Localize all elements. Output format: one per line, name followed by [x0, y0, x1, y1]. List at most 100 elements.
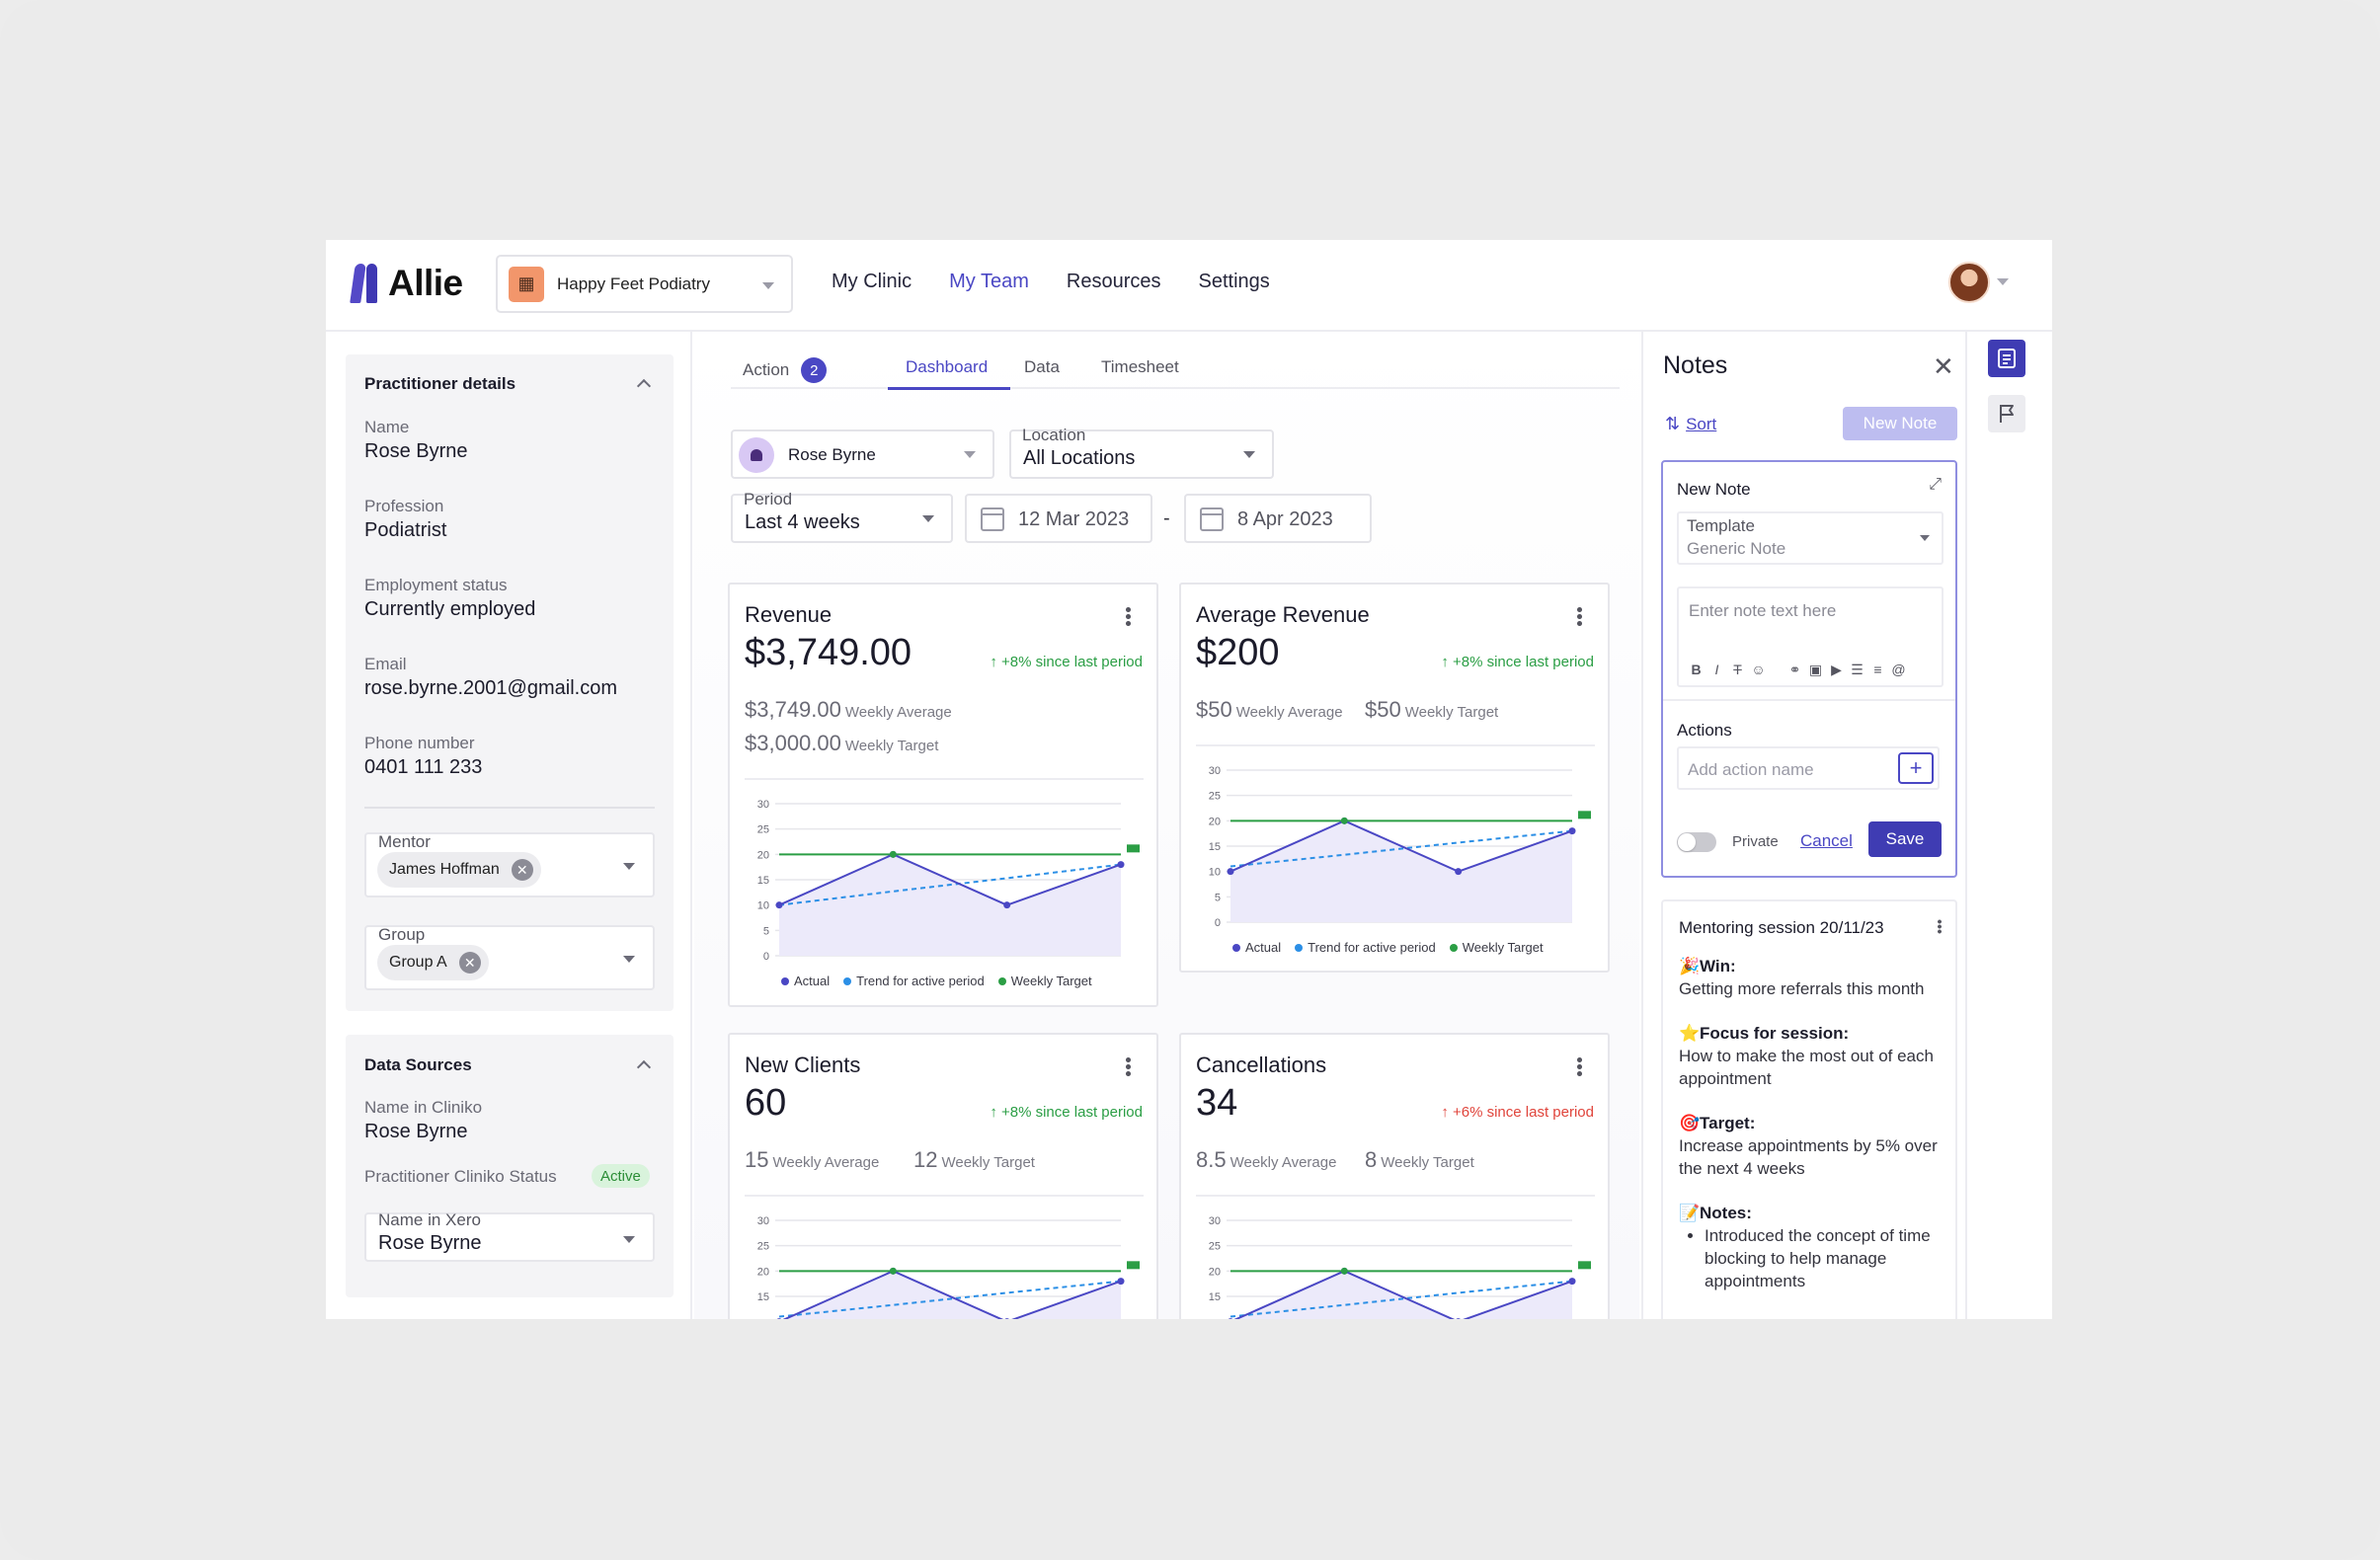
sort-button[interactable]: ⇅ Sort	[1665, 414, 1716, 434]
party-popper-icon: 🎉	[1679, 957, 1701, 975]
weekly-average-value: $50	[1196, 697, 1232, 722]
weekly-target-stat: $50 Weekly Target	[1365, 697, 1498, 723]
private-toggle[interactable]	[1677, 832, 1716, 852]
date-to-input[interactable]: 8 Apr 2023	[1184, 494, 1372, 543]
tab-data[interactable]: Data	[1024, 357, 1060, 377]
weekly-target-stat: 8 Weekly Target	[1365, 1147, 1474, 1173]
name-label: Name	[364, 418, 410, 436]
period-filter[interactable]: Period Last 4 weeks	[731, 490, 953, 543]
template-select[interactable]: Template Generic Note	[1677, 511, 1944, 565]
y-tick-label: 0	[763, 951, 769, 963]
clinic-selector[interactable]: ▦ Happy Feet Podiatry	[496, 255, 793, 313]
mentor-select[interactable]: Mentor James Hoffman ✕	[364, 832, 655, 897]
weekly-target-label: Weekly Target	[1404, 704, 1499, 721]
action-name-input[interactable]: Add action name +	[1677, 746, 1940, 790]
group-select[interactable]: Group Group A ✕	[364, 925, 655, 990]
legend-actual-label: Actual	[1245, 940, 1282, 955]
y-tick-label: 15	[1209, 1291, 1221, 1303]
weekly-target-label: Weekly Target	[844, 738, 939, 754]
more-options-icon[interactable]	[1577, 606, 1582, 627]
target-point	[889, 850, 897, 858]
more-options-icon[interactable]	[1126, 606, 1131, 627]
emoji-icon[interactable]: ☺	[1751, 662, 1766, 678]
actual-point	[1568, 827, 1576, 835]
remove-mentor-icon[interactable]: ✕	[511, 859, 533, 881]
collapse-chevron-icon[interactable]	[636, 378, 652, 394]
link-icon[interactable]: ⚭	[1787, 662, 1802, 678]
weekly-target-value: $3,000.00	[745, 731, 841, 755]
more-options-icon[interactable]	[1126, 1056, 1131, 1077]
y-tick-label: 25	[1209, 791, 1221, 803]
action-count-badge: 2	[801, 357, 828, 383]
email-value: rose.byrne.2001@gmail.com	[364, 677, 617, 699]
calendar-icon	[981, 507, 1004, 531]
close-icon[interactable]: ✕	[1933, 353, 1954, 379]
flags-toggle-button[interactable]	[1988, 395, 2025, 432]
user-avatar[interactable]	[1948, 262, 1990, 303]
cancel-button[interactable]: Cancel	[1800, 831, 1853, 851]
line-chart: 15 20 25 30	[757, 1215, 1140, 1319]
date-from-value: 12 Mar 2023	[1018, 508, 1130, 530]
date-from-input[interactable]: 12 Mar 2023	[965, 494, 1152, 543]
expand-icon[interactable]: ⤢	[1929, 476, 1942, 494]
italic-icon[interactable]: I	[1709, 662, 1724, 678]
star-icon: ⭐	[1679, 1024, 1701, 1043]
target-point	[1340, 1267, 1348, 1275]
card-title: Cancellations	[1196, 1053, 1327, 1077]
main-nav: My Clinic My Team Resources Settings	[832, 271, 1308, 293]
image-icon[interactable]: ▣	[1808, 662, 1823, 678]
actual-point	[1003, 901, 1011, 909]
notes-toggle-button[interactable]	[1988, 340, 2025, 377]
nav-resources[interactable]: Resources	[1067, 271, 1161, 293]
bold-icon[interactable]: B	[1689, 662, 1704, 678]
practitioner-filter[interactable]: Rose Byrne	[731, 429, 994, 479]
more-options-icon[interactable]	[1577, 1056, 1582, 1077]
note-text-editor[interactable]: Enter note text here B I T ☺ ⚭ ▣ ▶ ☰ ≡ @	[1677, 586, 1944, 687]
cancellations-card: Cancellations 34 ↑ +6% since last period…	[1179, 1033, 1610, 1319]
weekly-average-stat: 15 Weekly Average	[745, 1147, 879, 1173]
save-button[interactable]: Save	[1868, 821, 1942, 857]
nav-settings[interactable]: Settings	[1199, 271, 1270, 293]
tab-timesheet[interactable]: Timesheet	[1101, 357, 1179, 377]
nav-my-clinic[interactable]: My Clinic	[832, 271, 912, 293]
location-filter[interactable]: Location All Locations	[1009, 426, 1274, 479]
line-chart: 0 5 10 15 20 25 30	[757, 799, 1140, 963]
actual-point	[1004, 1318, 1009, 1319]
mention-icon[interactable]: @	[1891, 662, 1906, 678]
email-label: Email	[364, 655, 407, 673]
video-icon[interactable]: ▶	[1829, 662, 1844, 678]
new-note-form: New Note ⤢ Template Generic Note Enter n…	[1661, 460, 1957, 878]
note-target-section: 🎯Target: Increase appointments by 5% ove…	[1679, 1112, 1955, 1180]
numbered-list-icon[interactable]: ≡	[1870, 662, 1885, 678]
weekly-average-value: 8.5	[1196, 1147, 1227, 1172]
new-note-button[interactable]: New Note	[1843, 407, 1957, 440]
add-action-button[interactable]: +	[1898, 752, 1934, 784]
action-name-placeholder: Add action name	[1688, 760, 1814, 779]
actual-point	[1455, 868, 1463, 876]
more-options-icon[interactable]	[1938, 919, 1942, 934]
bullet-list-icon[interactable]: ☰	[1850, 662, 1864, 678]
group-label: Group	[378, 925, 426, 944]
legend-actual-label: Actual	[794, 974, 831, 988]
remove-group-icon[interactable]: ✕	[458, 952, 481, 974]
account-menu-chevron-icon[interactable]	[1997, 278, 2009, 285]
weekly-average-label: Weekly Average	[844, 704, 952, 721]
y-tick-label: 0	[1215, 917, 1221, 929]
nav-my-team[interactable]: My Team	[949, 271, 1029, 293]
xero-name-select[interactable]: Name in Xero Rose Byrne	[364, 1210, 655, 1262]
cliniko-status-label: Practitioner Cliniko Status	[364, 1167, 557, 1186]
tab-dashboard[interactable]: Dashboard	[906, 357, 988, 377]
practitioner-filter-value: Rose Byrne	[788, 445, 876, 464]
allie-logo[interactable]: Allie	[353, 262, 463, 305]
phone-value: 0401 111 233	[364, 756, 483, 778]
chart-legend: Actual Trend for active period Weekly Ta…	[781, 974, 1092, 988]
mentoring-note-card[interactable]: Mentoring session 20/11/23 🎉Win: Getting…	[1661, 899, 1957, 1319]
new-clients-card: New Clients 60 ↑ +8% since last period 1…	[728, 1033, 1158, 1319]
tab-action[interactable]: Action 2	[743, 357, 828, 383]
win-text: Getting more referrals this month	[1679, 979, 1925, 998]
date-to-value: 8 Apr 2023	[1237, 508, 1333, 530]
strikethrough-icon[interactable]: T	[1730, 662, 1745, 678]
y-tick-label: 5	[1215, 892, 1221, 903]
line-chart: 15 20 25 30	[1209, 1215, 1591, 1319]
collapse-chevron-icon[interactable]	[636, 1059, 652, 1075]
